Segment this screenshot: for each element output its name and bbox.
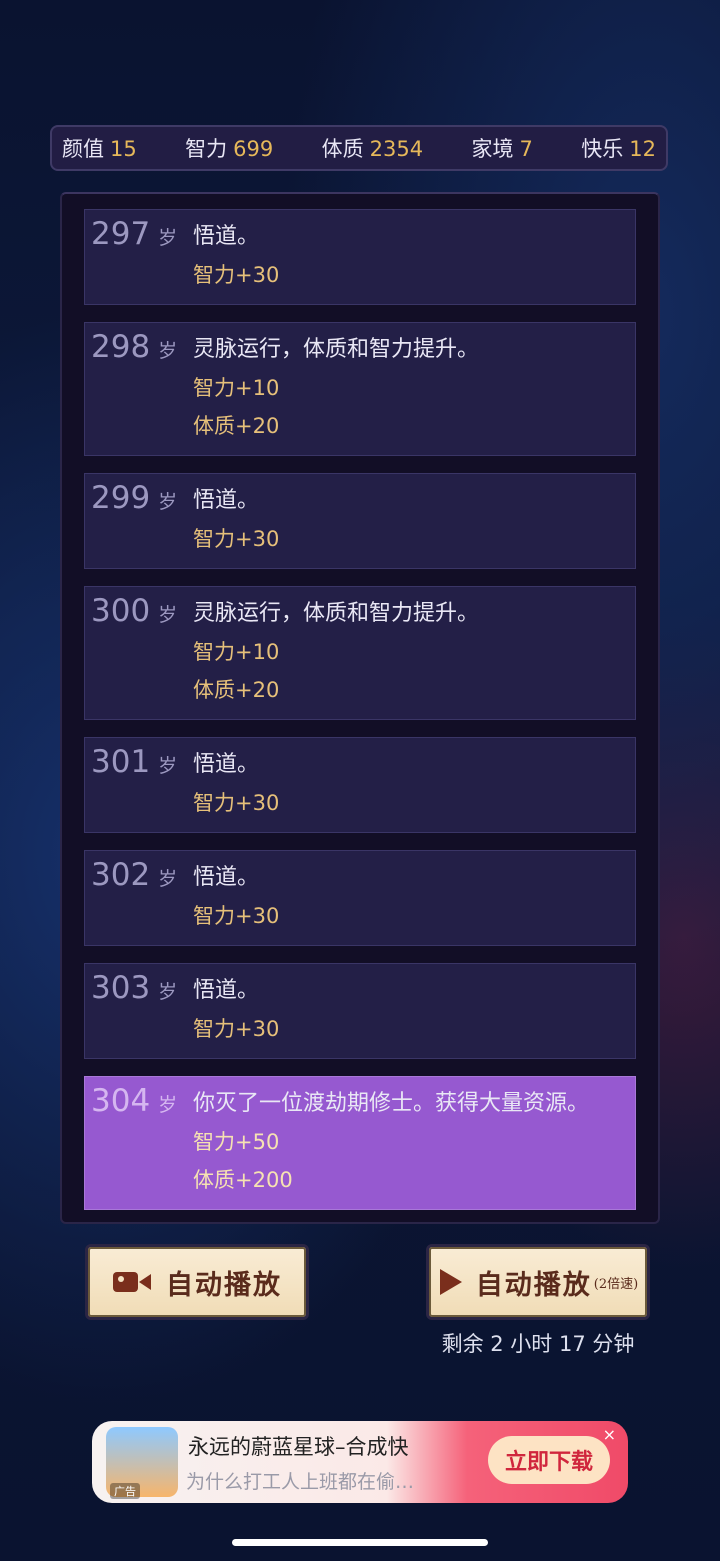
stat-happiness: 快乐 12 xyxy=(581,137,656,161)
age-unit: 岁 xyxy=(158,868,178,890)
age-unit: 岁 xyxy=(158,981,178,1003)
event-effect: 智力+50 xyxy=(193,1130,280,1154)
stat-family: 家境 7 xyxy=(471,137,533,161)
event-item: 301 岁悟道。智力+30 xyxy=(84,737,636,833)
event-age: 302 岁 xyxy=(91,857,177,893)
age-unit: 岁 xyxy=(158,227,178,249)
event-effect: 体质+20 xyxy=(193,414,280,438)
age-unit: 岁 xyxy=(158,1094,178,1116)
event-item: 300 岁灵脉运行，体质和智力提升。 智力+10 体质+20 xyxy=(84,586,636,720)
age-number: 299 xyxy=(91,480,151,516)
close-icon[interactable]: × xyxy=(603,1425,616,1444)
event-description: 灵脉运行，体质和智力提升。 xyxy=(193,601,480,626)
event-item: 303 岁悟道。智力+30 xyxy=(84,963,636,1059)
auto-play-fast-button[interactable]: 自动播放 (2倍速) xyxy=(426,1244,650,1320)
event-effect: 智力+30 xyxy=(193,791,280,815)
age-unit: 岁 xyxy=(158,604,178,626)
ad-download-button[interactable]: 立即下载 xyxy=(488,1436,610,1484)
event-age: 304 岁 xyxy=(91,1083,177,1119)
event-effect: 智力+30 xyxy=(193,263,280,287)
event-age: 299 岁 xyxy=(91,480,177,516)
event-age: 297 岁 xyxy=(91,216,177,252)
stat-appearance: 颜值 15 xyxy=(62,137,137,161)
age-number: 301 xyxy=(91,744,151,780)
event-age: 301 岁 xyxy=(91,744,177,780)
age-number: 300 xyxy=(91,593,151,629)
age-number: 297 xyxy=(91,216,151,252)
age-number: 303 xyxy=(91,970,151,1006)
event-item: 304 岁你灭了一位渡劫期修士。获得大量资源。 智力+50 体质+200 xyxy=(84,1076,636,1210)
age-unit: 岁 xyxy=(158,340,178,362)
event-effect: 智力+30 xyxy=(193,1017,280,1041)
age-unit: 岁 xyxy=(158,491,178,513)
remaining-time: 剩余 2 小时 17 分钟 xyxy=(441,1332,635,1356)
home-indicator xyxy=(232,1539,488,1546)
ad-banner[interactable]: 广告 永远的蔚蓝星球–合成快 为什么打工人上班都在偷… 立即下载 × xyxy=(92,1421,628,1503)
event-effect: 体质+20 xyxy=(193,678,280,702)
event-description: 悟道。 xyxy=(193,224,260,249)
age-number: 304 xyxy=(91,1083,151,1119)
ad-tag: 广告 xyxy=(110,1483,140,1499)
event-description: 悟道。 xyxy=(193,752,260,777)
event-item: 299 岁悟道。智力+30 xyxy=(84,473,636,569)
event-item: 297 岁悟道。智力+30 xyxy=(84,209,636,305)
event-age: 303 岁 xyxy=(91,970,177,1006)
event-description: 悟道。 xyxy=(193,488,260,513)
event-effect: 智力+30 xyxy=(193,904,280,928)
event-age: 300 岁 xyxy=(91,593,177,629)
age-number: 302 xyxy=(91,857,151,893)
auto-play-label: 自动播放 xyxy=(166,1269,282,1301)
stats-bar: 颜值 15 智力 699 体质 2354 家境 7 快乐 12 xyxy=(50,125,668,171)
event-effect: 智力+10 xyxy=(193,376,280,400)
event-description: 灵脉运行，体质和智力提升。 xyxy=(193,337,480,362)
event-list[interactable]: 智力+30297岁悟道。智力+30298岁灵脉运行，体质和智力提升。智力+10体… xyxy=(84,194,636,1222)
age-number: 298 xyxy=(91,329,151,365)
ad-subtitle: 为什么打工人上班都在偷… xyxy=(186,1471,415,1493)
stat-intelligence: 智力 699 xyxy=(185,137,274,161)
event-description: 悟道。 xyxy=(193,978,260,1003)
event-item: 298 岁灵脉运行，体质和智力提升。 智力+10 体质+20 xyxy=(84,322,636,456)
speed-label: (2倍速) xyxy=(593,1276,639,1292)
event-effect: 体质+200 xyxy=(193,1168,293,1192)
play-icon xyxy=(439,1269,462,1295)
event-description: 你灭了一位渡劫期修士。获得大量资源。 xyxy=(193,1091,590,1116)
auto-play-button[interactable]: 自动播放 xyxy=(85,1244,309,1320)
stat-constitution: 体质 2354 xyxy=(321,137,424,161)
ad-title: 永远的蔚蓝星球–合成快 xyxy=(188,1435,409,1459)
event-effect: 智力+30 xyxy=(193,527,280,551)
auto-play-fast-label: 自动播放 xyxy=(475,1269,592,1301)
event-item: 302 岁悟道。智力+30 xyxy=(84,850,636,946)
event-age: 298 岁 xyxy=(91,329,177,365)
event-effect: 智力+10 xyxy=(193,640,280,664)
event-description: 悟道。 xyxy=(193,865,260,890)
video-camera-icon xyxy=(113,1272,151,1292)
event-log-panel[interactable]: 智力+30297岁悟道。智力+30298岁灵脉运行，体质和智力提升。智力+10体… xyxy=(60,192,660,1224)
age-unit: 岁 xyxy=(158,755,178,777)
